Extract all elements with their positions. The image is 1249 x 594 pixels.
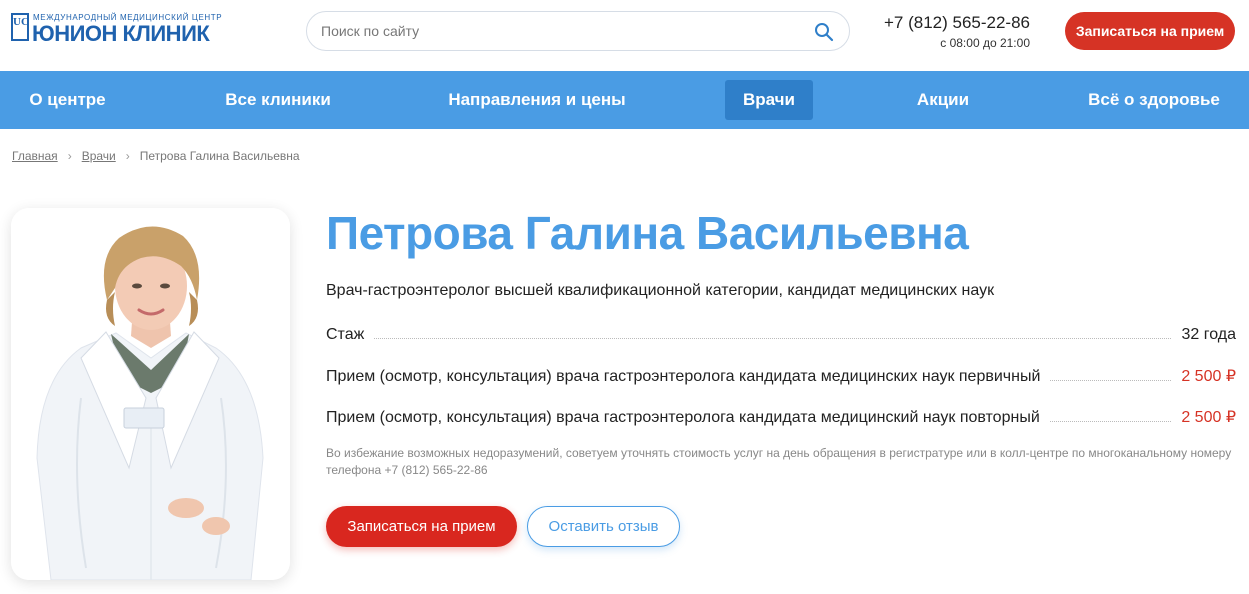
breadcrumb-current: Петрова Галина Васильевна [139,149,300,163]
doctor-title: Врач-гастроэнтеролог высшей квалификацио… [326,282,995,299]
service-price: 2 500 ₽ [1181,368,1236,385]
experience-row: Стаж 32 года [326,322,1236,344]
header-phone[interactable]: +7 (812) 565-22-86 [880,13,1030,33]
breadcrumb-home[interactable]: Главная [12,149,58,163]
service-row: Прием (осмотр, консультация) врача гастр… [326,405,1236,427]
search-box [306,11,850,51]
price-disclaimer: Во избежание возможных недоразумений, со… [326,446,1232,477]
nav-item-directions[interactable]: Направления и цены [442,71,632,129]
nav-item-health[interactable]: Всё о здоровье [1083,71,1225,129]
dotted-leader [374,338,1172,339]
nav-item-about[interactable]: О центре [20,71,115,129]
nav-item-clinics[interactable]: Все клиники [218,71,338,129]
doctor-name: Петрова Галина Васильевна [326,207,969,259]
experience-label: Стаж [326,326,365,343]
logo-name: ЮНИОН КЛИНИК [32,21,210,46]
doctor-photo [11,208,290,580]
service-name: Прием (осмотр, консультация) врача гастр… [326,368,1041,385]
breadcrumb-separator: › [67,149,72,163]
breadcrumb: Главная › Врачи › Петрова Галина Василье… [12,149,300,163]
working-hours: с 08:00 до 21:00 [940,36,1030,50]
breadcrumb-separator: › [125,149,130,163]
search-input[interactable] [321,20,801,42]
dotted-leader [1049,421,1172,422]
leave-review-button[interactable]: Оставить отзыв [527,506,680,547]
site-logo[interactable]: UC МЕЖДУНАРОДНЫЙ МЕДИЦИНСКИЙ ЦЕНТР ЮНИОН… [11,13,241,46]
book-appointment-button[interactable]: Записаться на прием [326,506,517,547]
service-row: Прием (осмотр, консультация) врача гастр… [326,364,1236,386]
service-price: 2 500 ₽ [1181,409,1236,426]
search-icon[interactable] [814,22,834,42]
logo-mark: UC [11,13,29,41]
site-header: UC МЕЖДУНАРОДНЫЙ МЕДИЦИНСКИЙ ЦЕНТР ЮНИОН… [0,0,1249,71]
experience-value: 32 года [1181,326,1236,343]
breadcrumb-doctors[interactable]: Врачи [82,149,116,163]
doctor-portrait-image [11,208,290,580]
dotted-leader [1050,380,1172,381]
main-nav: О центре Все клиники Направления и цены … [0,71,1249,129]
nav-item-doctors[interactable]: Врачи [725,80,813,120]
service-name: Прием (осмотр, консультация) врача гастр… [326,409,1040,426]
header-book-button[interactable]: Записаться на прием [1065,12,1235,50]
nav-item-promotions[interactable]: Акции [905,71,981,129]
